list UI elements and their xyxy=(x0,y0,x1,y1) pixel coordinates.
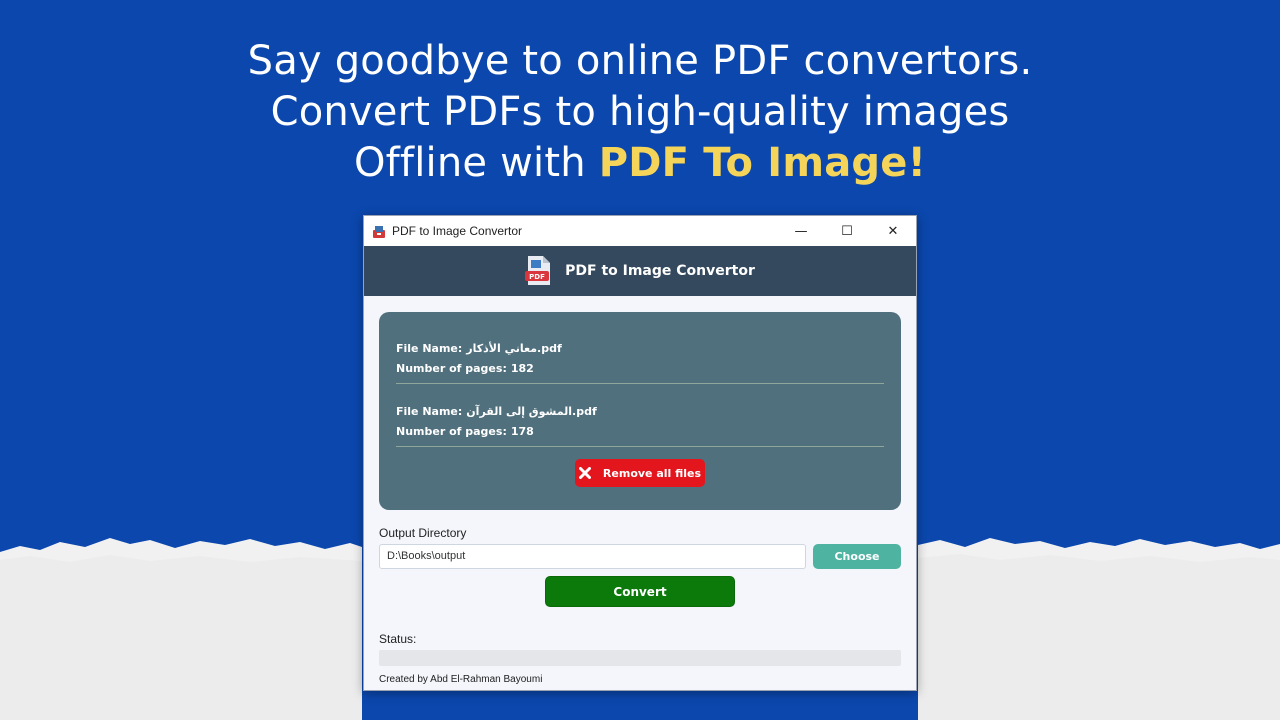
remove-all-files-button[interactable]: Remove all files xyxy=(575,459,705,487)
x-icon xyxy=(578,467,591,479)
convert-button[interactable]: Convert xyxy=(545,576,735,607)
pdf-app-icon xyxy=(372,224,386,238)
headline-line-1: Say goodbye to online PDF convertors. xyxy=(247,38,1033,84)
file-list-panel: File Name: معاني الأذكار.pdf Number of pa… xyxy=(379,312,901,510)
choose-button[interactable]: Choose xyxy=(813,544,901,569)
app-header: PDF PDF to Image Convertor xyxy=(364,246,916,296)
page-count-row: Number of pages: 182 xyxy=(396,359,884,379)
header-title: PDF to Image Convertor xyxy=(565,263,755,279)
title-bar[interactable]: PDF to Image Convertor — ☐ ✕ xyxy=(364,216,916,246)
status-label: Status: xyxy=(379,632,417,646)
page-count: 178 xyxy=(510,425,534,438)
close-button[interactable]: ✕ xyxy=(870,216,916,246)
close-icon: ✕ xyxy=(887,223,899,239)
file-name-label: File Name: xyxy=(396,405,463,418)
headline-line-3-prefix: Offline with xyxy=(353,140,586,186)
minimize-button[interactable]: — xyxy=(778,216,824,246)
page-count-label: Number of pages: xyxy=(396,425,507,438)
file-name: المشوق إلى القرآن.pdf xyxy=(466,405,597,418)
output-directory-label: Output Directory xyxy=(379,526,467,540)
window-title: PDF to Image Convertor xyxy=(392,224,523,238)
headline: Say goodbye to online PDF convertors. Co… xyxy=(0,36,1280,189)
credit-text: Created by Abd El-Rahman Bayoumi xyxy=(379,674,543,685)
headline-line-2: Convert PDFs to high-quality images xyxy=(270,89,1010,135)
page-count-label: Number of pages: xyxy=(396,362,507,375)
file-name-row: File Name: المشوق إلى القرآن.pdf xyxy=(396,402,884,422)
remove-all-files-label: Remove all files xyxy=(602,466,702,480)
minimize-icon: — xyxy=(794,223,808,239)
file-name: معاني الأذكار.pdf xyxy=(466,342,562,355)
svg-text:PDF: PDF xyxy=(529,273,545,281)
progress-bar xyxy=(379,650,901,666)
headline-line-3: Offline with PDF To Image! xyxy=(0,138,1280,189)
file-entry: File Name: معاني الأذكار.pdf Number of pa… xyxy=(396,339,884,384)
file-name-row: File Name: معاني الأذكار.pdf xyxy=(396,339,884,359)
headline-highlight: PDF To Image! xyxy=(598,140,927,186)
page-count-row: Number of pages: 178 xyxy=(396,422,884,442)
maximize-icon: ☐ xyxy=(841,223,853,239)
file-entry: File Name: المشوق إلى القرآن.pdf Number o… xyxy=(396,402,884,447)
file-name-label: File Name: xyxy=(396,342,463,355)
page-count: 182 xyxy=(510,362,534,375)
pdf-file-icon: PDF xyxy=(525,256,551,286)
app-window: PDF to Image Convertor — ☐ ✕ PDF PDF to … xyxy=(363,215,917,691)
maximize-button[interactable]: ☐ xyxy=(824,216,870,246)
output-directory-input[interactable]: D:\Books\output xyxy=(379,544,806,569)
